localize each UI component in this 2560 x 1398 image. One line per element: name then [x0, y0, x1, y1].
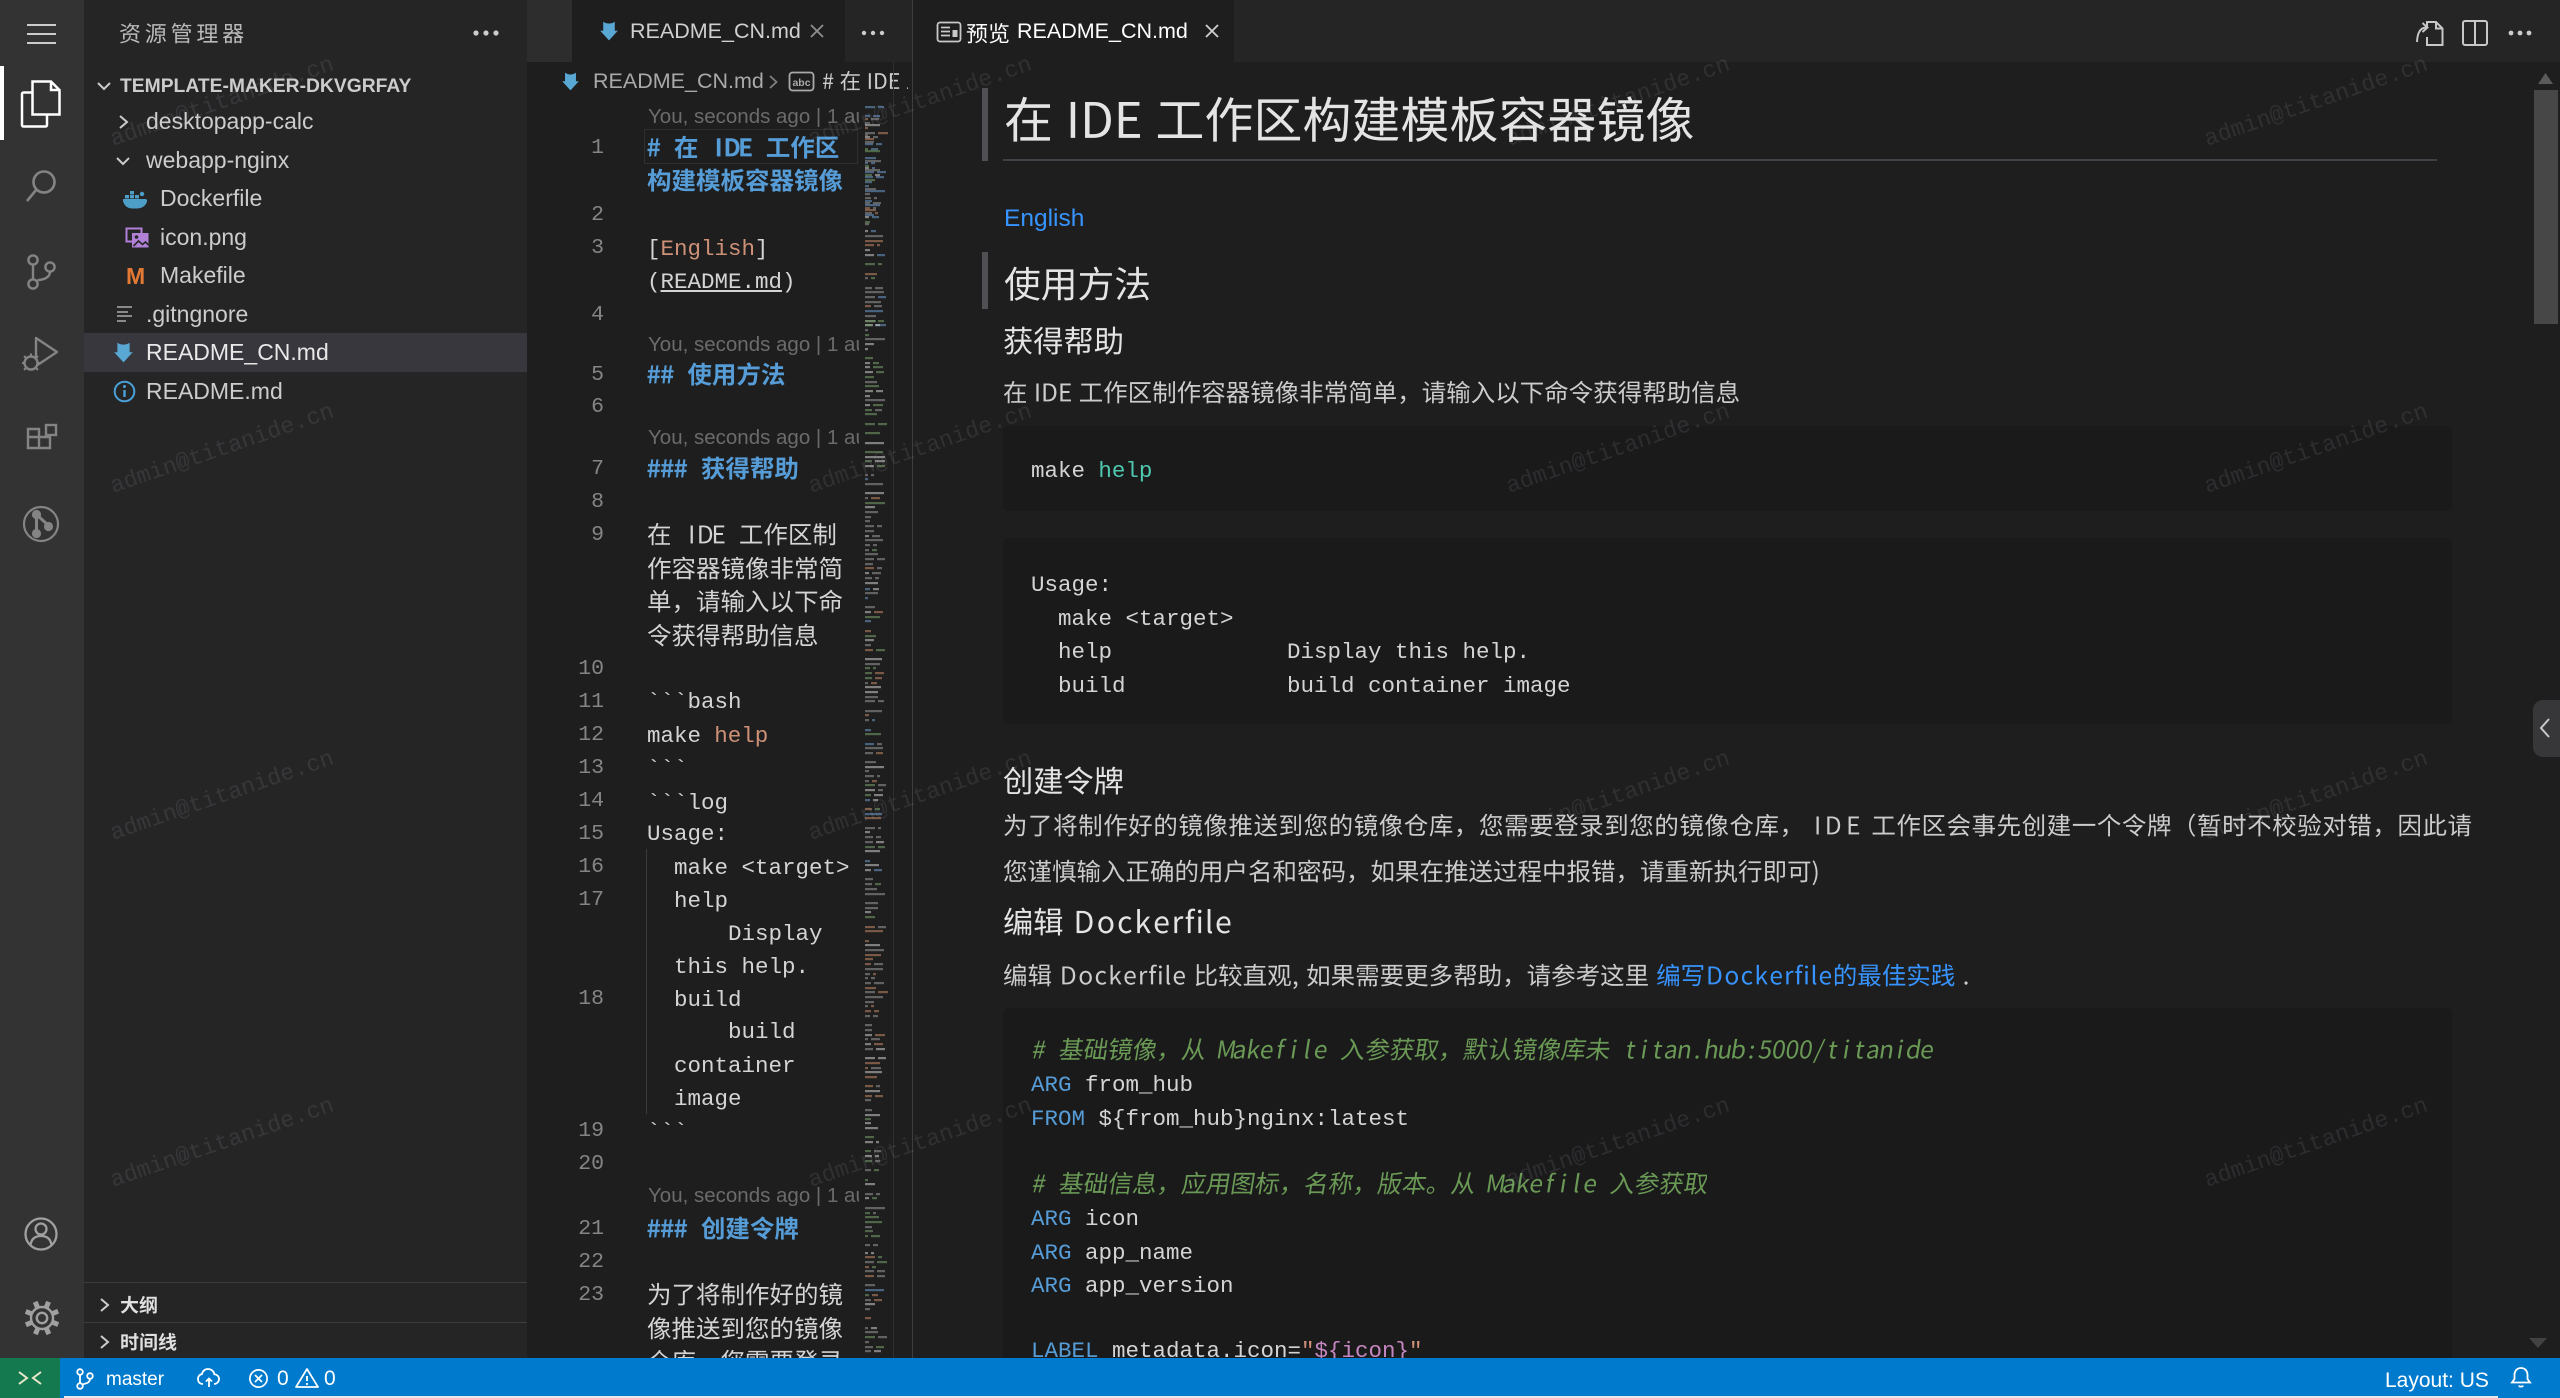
svg-text:abc: abc [792, 77, 810, 89]
